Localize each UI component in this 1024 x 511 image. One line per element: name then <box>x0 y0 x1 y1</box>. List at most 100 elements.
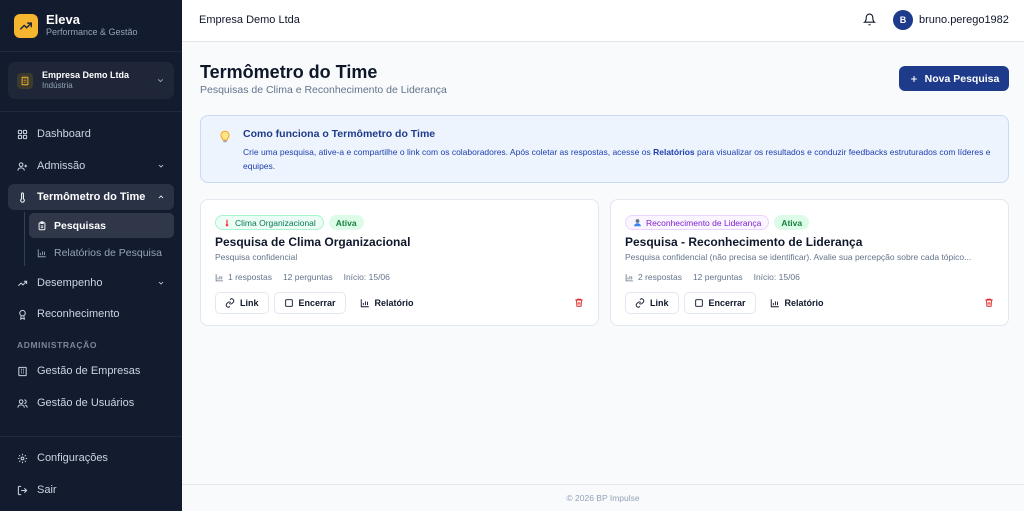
close-survey-button[interactable]: Encerrar <box>273 292 346 314</box>
bar-chart-icon <box>37 248 47 258</box>
trending-up-icon <box>17 278 28 289</box>
footer: © 2026 BP Impulse <box>182 484 1024 511</box>
brand: Eleva Performance & Gestão <box>0 0 182 52</box>
status-badge: Ativa <box>774 215 810 230</box>
info-text-reports-link: Relatórios <box>653 147 695 157</box>
sidebar-item-label: Gestão de Usuários <box>37 397 135 409</box>
link-label: Link <box>240 298 259 308</box>
info-box: Como funciona o Termômetro do Time Crie … <box>200 115 1009 183</box>
sidebar-item-configuracoes[interactable]: Configurações <box>8 445 174 471</box>
trending-up-logo-icon <box>14 13 38 38</box>
close-label: Encerrar <box>708 298 746 308</box>
sidebar-subitem-label: Pesquisas <box>54 219 106 232</box>
status-badge: Ativa <box>328 215 364 230</box>
trash-icon[interactable] <box>984 297 994 308</box>
chevron-down-icon <box>157 162 165 170</box>
sidebar-item-dashboard[interactable]: Dashboard <box>8 121 174 147</box>
responses-label: 1 respostas <box>228 272 272 282</box>
survey-type-label: Clima Organizacional <box>235 217 316 228</box>
users-icon <box>17 398 28 409</box>
brand-name: Eleva <box>46 12 80 27</box>
gear-icon <box>17 453 28 464</box>
square-icon <box>284 298 294 308</box>
info-title: Como funciona o Termômetro do Time <box>243 128 436 140</box>
survey-type-tag: Clima Organizacional <box>215 215 324 230</box>
questions-count: 12 perguntas <box>692 272 743 282</box>
avatar[interactable]: B <box>893 10 913 30</box>
user-plus-icon <box>17 161 28 172</box>
bell-icon[interactable] <box>863 13 876 26</box>
sidebar-subitem-relatorios[interactable]: Relatórios de Pesquisa <box>29 240 174 265</box>
link-icon <box>225 298 235 308</box>
section-label-admin: ADMINISTRAÇÃO <box>17 340 98 350</box>
sidebar-item-label: Desempenho <box>37 277 103 289</box>
sidebar-subitem-pesquisas[interactable]: Pesquisas <box>29 213 174 238</box>
copy-link-button[interactable]: Link <box>625 292 679 314</box>
company-selector[interactable]: Empresa Demo Ltda Indústria <box>8 62 174 99</box>
survey-card: Reconhecimento de Liderança Ativa Pesqui… <box>610 199 1009 326</box>
subnav-line <box>24 212 25 266</box>
sidebar-item-label: Admissão <box>37 160 86 172</box>
sidebar-item-label: Reconhecimento <box>37 308 120 320</box>
bar-chart-icon <box>625 273 634 282</box>
survey-description: Pesquisa confidencial (não precisa se id… <box>625 252 972 262</box>
brand-subtitle: Performance & Gestão <box>46 27 138 37</box>
report-label: Relatório <box>784 298 824 308</box>
sidebar-item-gestao-usuarios[interactable]: Gestão de Usuários <box>8 390 174 416</box>
new-survey-button[interactable]: Nova Pesquisa <box>899 66 1009 91</box>
report-button[interactable]: Relatório <box>761 292 833 314</box>
bar-chart-icon <box>360 298 370 308</box>
info-text: Crie uma pesquisa, ative-a e compartilhe… <box>243 145 998 173</box>
link-icon <box>635 298 645 308</box>
start-date: Início: 15/06 <box>343 272 390 282</box>
close-label: Encerrar <box>298 298 336 308</box>
survey-card: Clima Organizacional Ativa Pesquisa de C… <box>200 199 599 326</box>
survey-description: Pesquisa confidencial <box>215 252 298 262</box>
copy-link-button[interactable]: Link <box>215 292 269 314</box>
chevron-down-icon <box>156 76 165 85</box>
building-icon <box>17 366 28 377</box>
award-icon <box>17 309 28 320</box>
chevron-up-icon <box>157 193 165 201</box>
sidebar: Eleva Performance & Gestão Empresa Demo … <box>0 0 182 511</box>
top-header: Empresa Demo Ltda B bruno.perego1982 <box>182 0 1024 42</box>
sidebar-item-admissao[interactable]: Admissão <box>8 153 174 179</box>
report-label: Relatório <box>374 298 414 308</box>
bar-chart-icon <box>215 273 224 282</box>
thermometer-icon <box>17 191 28 203</box>
building-icon <box>17 72 33 89</box>
sidebar-divider <box>0 436 182 437</box>
sidebar-item-gestao-empresas[interactable]: Gestão de Empresas <box>8 358 174 384</box>
survey-type-label: Reconhecimento de Liderança <box>646 217 762 228</box>
link-label: Link <box>650 298 669 308</box>
sidebar-item-label: Dashboard <box>37 128 91 140</box>
questions-count: 12 perguntas <box>282 272 333 282</box>
close-survey-button[interactable]: Encerrar <box>683 292 756 314</box>
logout-icon <box>17 485 28 496</box>
grid-icon <box>17 129 28 140</box>
sidebar-divider <box>0 111 182 112</box>
sidebar-item-label: Sair <box>37 484 57 496</box>
sidebar-item-label: Gestão de Empresas <box>37 365 141 377</box>
sidebar-item-reconhecimento[interactable]: Reconhecimento <box>8 301 174 327</box>
sidebar-item-termometro[interactable]: Termômetro do Time <box>8 184 174 210</box>
chevron-down-icon <box>157 279 165 287</box>
survey-title: Pesquisa de Clima Organizacional <box>215 235 411 249</box>
start-date: Início: 15/06 <box>753 272 800 282</box>
sidebar-item-sair[interactable]: Sair <box>8 477 174 503</box>
company-name: Empresa Demo Ltda <box>42 70 130 80</box>
username[interactable]: bruno.perego1982 <box>919 14 1009 26</box>
sidebar-subitem-label: Relatórios de Pesquisa <box>54 246 162 259</box>
responses-label: 2 respostas <box>638 272 682 282</box>
sidebar-item-desempenho[interactable]: Desempenho <box>8 270 174 296</box>
thermometer-icon <box>223 219 231 227</box>
info-text-part: Crie uma pesquisa, ative-a e compartilhe… <box>243 147 654 157</box>
page-subtitle: Pesquisas de Clima e Reconhecimento de L… <box>200 84 447 96</box>
clipboard-icon <box>37 220 47 231</box>
sidebar-item-label: Termômetro do Time <box>37 191 146 203</box>
trash-icon[interactable] <box>574 297 584 308</box>
report-button[interactable]: Relatório <box>351 292 423 314</box>
company-sector: Indústria <box>42 81 73 90</box>
survey-type-tag: Reconhecimento de Liderança <box>625 215 770 230</box>
square-icon <box>694 298 704 308</box>
